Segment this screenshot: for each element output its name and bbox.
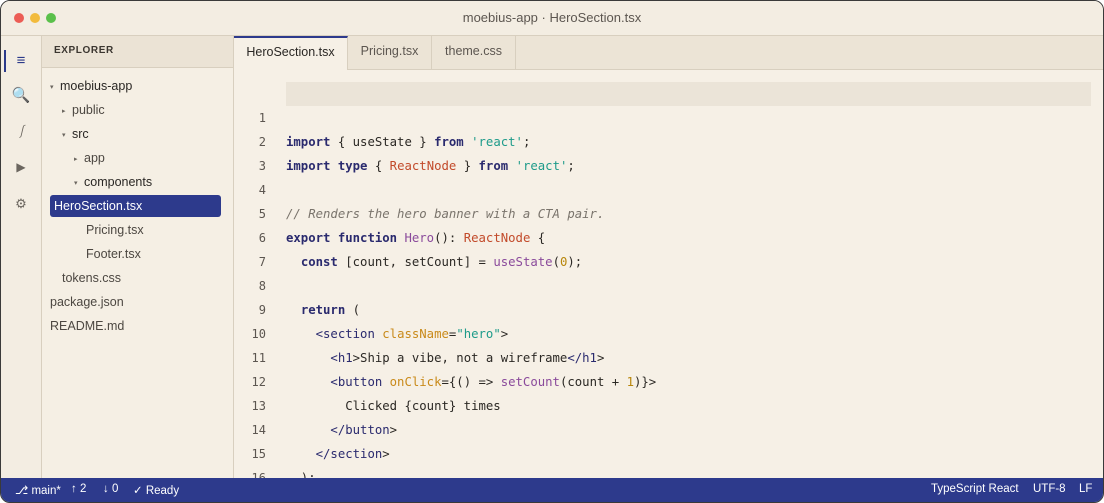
tab-herosection-tsx[interactable]: HeroSection.tsx <box>234 36 348 72</box>
code-line: 5 export function Hero(): ReactNode { <box>234 178 1103 245</box>
commits-behind[interactable]: ↓ 0 <box>103 483 118 495</box>
settings-icon[interactable]: ⚙ <box>1 191 41 217</box>
tree-file-pricing-tsx[interactable]: Pricing.tsx <box>86 219 144 241</box>
tree-item-label: Footer.tsx <box>86 247 141 261</box>
source-control-icon[interactable]: ⎰ <box>1 119 41 145</box>
tree-file-footer-tsx[interactable]: Footer.tsx <box>86 243 141 265</box>
tree-item-label: src <box>72 127 89 141</box>
search-icon[interactable]: 🔍 <box>1 83 41 109</box>
tree-file-herosection-tsx[interactable]: HeroSection.tsx <box>50 195 221 217</box>
code-line: 6 const [count, setCount] = useState(0); <box>234 202 1103 269</box>
chevron-down-icon: ▾ <box>50 84 54 91</box>
code-line: 14 </section> <box>234 394 1103 461</box>
explorer-header: EXPLORER <box>42 36 233 68</box>
tree-file-readme-md[interactable]: README.md <box>50 315 124 337</box>
tree-item-label: moebius-app <box>60 79 133 93</box>
title-bar: moebius-app · HeroSection.tsx <box>1 1 1103 36</box>
explorer-sidebar: EXPLORER ▾ moebius-app ▸ public ▾ src ▸ app … <box>42 36 234 478</box>
tree-item-label: tokens.css <box>62 271 122 285</box>
code-line: 10 <h1>Ship a vibe, not a wireframe</h1> <box>234 298 1103 365</box>
code-line: 2 import type { ReactNode } from 'react'… <box>234 106 1103 173</box>
code-line: 3 <box>234 130 1103 173</box>
tree-folder-components[interactable]: ▾ components <box>74 171 152 193</box>
chevron-right-icon: ▸ <box>74 156 78 163</box>
files-icon[interactable]: ≡ <box>1 48 41 74</box>
tree-folder-moebius-app[interactable]: ▾ moebius-app <box>50 75 132 97</box>
chevron-down-icon: ▾ <box>62 132 66 139</box>
commits-ahead[interactable]: ↑ 2 <box>71 483 86 495</box>
tab-pricing-tsx[interactable]: Pricing.tsx <box>348 36 432 69</box>
code-line: 15 ); <box>234 418 1103 485</box>
tree-item-label: public <box>72 103 105 117</box>
code-line: 11 <button onClick={() => setCount(count… <box>234 322 1103 389</box>
chevron-right-icon: ▸ <box>62 108 66 115</box>
code-line: 13 </button> <box>234 370 1103 437</box>
tab-theme-css[interactable]: theme.css <box>432 36 516 69</box>
code-line: 8 return ( <box>234 250 1103 317</box>
tree-file-tokens-css[interactable]: tokens.css <box>62 267 121 289</box>
editor-tab-bar: HeroSection.tsx Pricing.tsx theme.css <box>234 36 1103 72</box>
code-line: 12 Clicked {count} times <box>234 346 1103 413</box>
tree-folder-src[interactable]: ▾ src <box>62 123 89 145</box>
editor-window: moebius-app · HeroSection.tsx ≡ 🔍 ⎰ ▶ ⚙ … <box>0 0 1104 503</box>
tree-folder-app[interactable]: ▸ app <box>74 147 105 169</box>
activity-bar: ≡ 🔍 ⎰ ▶ ⚙ <box>1 36 42 478</box>
tree-item-label: HeroSection.tsx <box>54 199 143 213</box>
code-line: 16 } <box>234 442 1103 502</box>
window-title: moebius-app · HeroSection.tsx <box>462 10 642 25</box>
tree-item-label: components <box>84 175 153 189</box>
chevron-down-icon: ▾ <box>74 180 78 187</box>
file-encoding[interactable]: UTF-8 <box>1033 483 1066 495</box>
code-line: 9 <section className="hero"> <box>234 274 1103 341</box>
status-bar: ⎇ main* ↑ 2 ↓ 0 ✓ Ready TypeScript React… <box>1 478 1103 502</box>
tree-folder-public[interactable]: ▸ public <box>62 99 105 121</box>
status-text: ✓ Ready <box>133 485 180 497</box>
language-mode[interactable]: TypeScript React <box>931 483 1019 495</box>
line-ending[interactable]: LF <box>1079 483 1092 495</box>
run-icon[interactable]: ▶ <box>1 154 41 180</box>
code-line: 1 import { useState } from 'react'; <box>234 82 1103 149</box>
code-editor[interactable]: 1 import { useState } from 'react'; 2 im… <box>234 70 1103 502</box>
tree-item-label: app <box>84 151 105 165</box>
tree-item-label: Pricing.tsx <box>86 223 144 237</box>
code-line: 4 // Renders the hero banner with a CTA … <box>234 154 1103 221</box>
tree-item-label: README.md <box>50 319 125 333</box>
code-line: 7 <box>234 226 1103 269</box>
tree-file-package-json[interactable]: package.json <box>50 291 124 313</box>
tree-item-label: package.json <box>50 295 124 309</box>
git-branch-indicator[interactable]: ⎇ main* <box>15 483 61 497</box>
